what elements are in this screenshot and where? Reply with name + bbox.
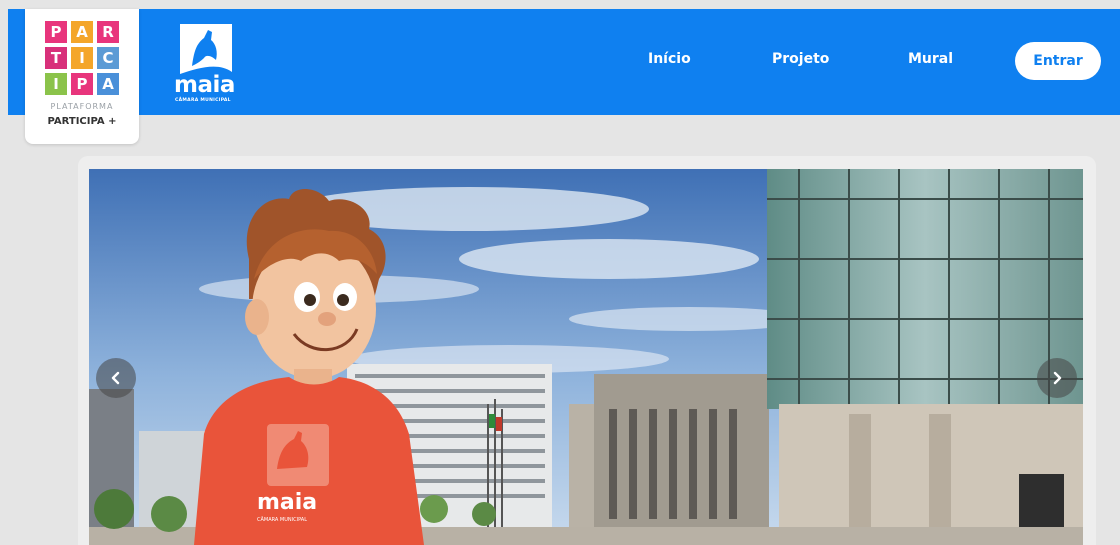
- maia-wordmark: maia: [174, 72, 235, 98]
- logo-letter: A: [97, 73, 119, 95]
- nav-inicio[interactable]: Início: [648, 51, 691, 67]
- platform-name: PARTICIPA +: [47, 116, 117, 127]
- logo-letter: A: [71, 21, 93, 43]
- logo-letter: P: [71, 73, 93, 95]
- participa-logo[interactable]: P A R T I C I P A PLATAFORMA PARTICIPA +: [25, 9, 139, 144]
- logo-letter: I: [71, 47, 93, 69]
- nav-projeto[interactable]: Projeto: [772, 51, 829, 67]
- logo-letter: P: [45, 21, 67, 43]
- shirt-logo-text: maia: [257, 490, 317, 515]
- logo-letter: T: [45, 47, 67, 69]
- logo-letter: I: [45, 73, 67, 95]
- carousel-slide-image: maia CÂMARA MUNICIPAL: [89, 169, 1083, 545]
- login-button[interactable]: Entrar: [1015, 42, 1101, 80]
- nav-mural[interactable]: Mural: [908, 51, 953, 67]
- maia-subtitle: CÂMARA MUNICIPAL: [175, 98, 231, 103]
- logo-letter: C: [97, 47, 119, 69]
- participa-logo-grid: P A R T I C I P A: [45, 21, 119, 95]
- shirt-logo-subtitle: CÂMARA MUNICIPAL: [257, 516, 307, 523]
- carousel-next-button[interactable]: [1037, 358, 1077, 398]
- chevron-right-icon: [1053, 371, 1062, 385]
- carousel-prev-button[interactable]: [96, 358, 136, 398]
- banner-illustration: maia CÂMARA MUNICIPAL: [89, 169, 1083, 545]
- maia-emblem-icon: [180, 24, 232, 74]
- chevron-left-icon: [111, 371, 120, 385]
- maia-municipality-logo[interactable]: maia CÂMARA MUNICIPAL: [174, 22, 236, 104]
- platform-label: PLATAFORMA: [50, 102, 114, 111]
- logo-letter: R: [97, 21, 119, 43]
